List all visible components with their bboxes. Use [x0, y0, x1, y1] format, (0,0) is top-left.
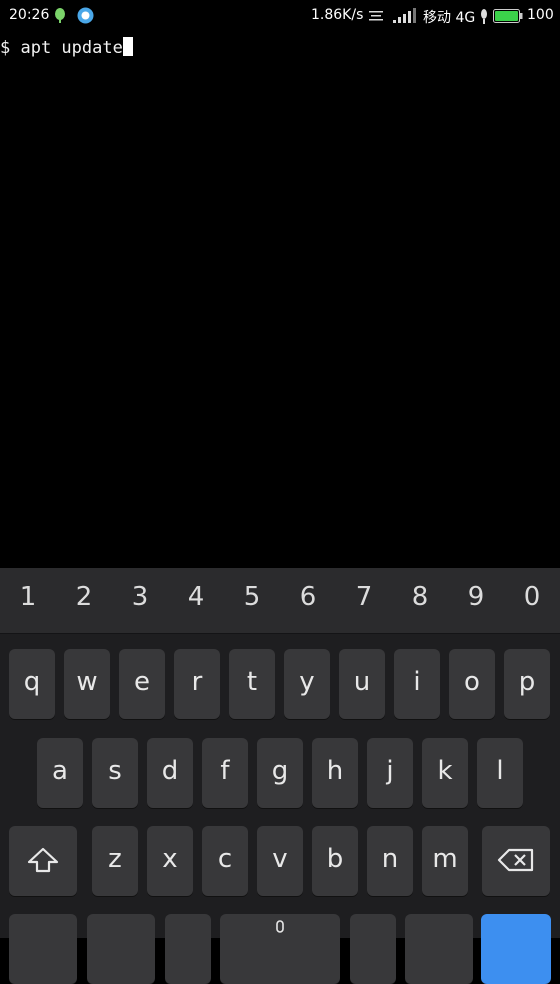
key-z[interactable]: z [92, 826, 138, 896]
key-x[interactable]: x [147, 826, 193, 896]
key-8[interactable]: 8 [400, 582, 440, 612]
key-h[interactable]: h [312, 738, 358, 808]
key-l[interactable]: l [477, 738, 523, 808]
key-d[interactable]: d [147, 738, 193, 808]
key-n[interactable]: n [367, 826, 413, 896]
enter-key[interactable] [481, 914, 551, 984]
key-2[interactable]: 2 [64, 582, 104, 612]
key-p[interactable]: p [504, 649, 550, 719]
key-7[interactable]: 7 [344, 582, 384, 612]
key-a[interactable]: a [37, 738, 83, 808]
backspace-icon [497, 848, 534, 871]
key-w[interactable]: w [64, 649, 110, 719]
key-c[interactable]: c [202, 826, 248, 896]
mic-icon [481, 9, 487, 24]
language-key[interactable] [87, 914, 155, 984]
backspace-key[interactable] [482, 826, 550, 896]
key-0[interactable]: 0 [512, 582, 552, 612]
network-speed: 1.86K/s [311, 7, 364, 23]
signal-icon [393, 8, 416, 23]
leaf-notification-icon [55, 8, 65, 23]
number-row: 1 2 3 4 5 6 7 8 9 0 [0, 568, 560, 634]
key-m[interactable]: m [422, 826, 468, 896]
status-bar: 20:26 1.86K/s 移动 4G 100 [0, 0, 560, 32]
key-9[interactable]: 9 [456, 582, 496, 612]
key-1[interactable]: 1 [8, 582, 48, 612]
menu-lines-icon [369, 11, 383, 21]
soft-keyboard: 1 2 3 4 5 6 7 8 9 0 q w e r t y u i o p … [0, 568, 560, 984]
key-3[interactable]: 3 [120, 582, 160, 612]
battery-level: 100 [527, 7, 554, 23]
key-s[interactable]: s [92, 738, 138, 808]
key-t[interactable]: t [229, 649, 275, 719]
key-i[interactable]: i [394, 649, 440, 719]
battery-icon [493, 9, 523, 23]
key-k[interactable]: k [422, 738, 468, 808]
text-cursor [122, 37, 133, 56]
key-q[interactable]: q [9, 649, 55, 719]
symbols-key[interactable] [9, 914, 77, 984]
browser-notification-icon [77, 7, 94, 24]
key-g[interactable]: g [257, 738, 303, 808]
terminal-view[interactable]: $ apt update [0, 32, 560, 567]
key-o[interactable]: o [449, 649, 495, 719]
shift-key[interactable] [9, 826, 77, 896]
mic-icon [276, 920, 284, 933]
status-time: 20:26 [9, 7, 50, 23]
period-key[interactable] [350, 914, 396, 984]
key-f[interactable]: f [202, 738, 248, 808]
command-line[interactable]: $ apt update [0, 37, 133, 58]
key-v[interactable]: v [257, 826, 303, 896]
key-u[interactable]: u [339, 649, 385, 719]
key-5[interactable]: 5 [232, 582, 272, 612]
key-4[interactable]: 4 [176, 582, 216, 612]
key-j[interactable]: j [367, 738, 413, 808]
emoji-key[interactable] [405, 914, 473, 984]
key-b[interactable]: b [312, 826, 358, 896]
space-key[interactable] [220, 914, 340, 984]
shift-arrow-icon [27, 847, 59, 872]
carrier-label: 移动 4G [423, 10, 476, 26]
comma-key[interactable] [165, 914, 211, 984]
key-y[interactable]: y [284, 649, 330, 719]
key-e[interactable]: e [119, 649, 165, 719]
key-r[interactable]: r [174, 649, 220, 719]
command-text: $ apt update [0, 38, 123, 58]
key-6[interactable]: 6 [288, 582, 328, 612]
